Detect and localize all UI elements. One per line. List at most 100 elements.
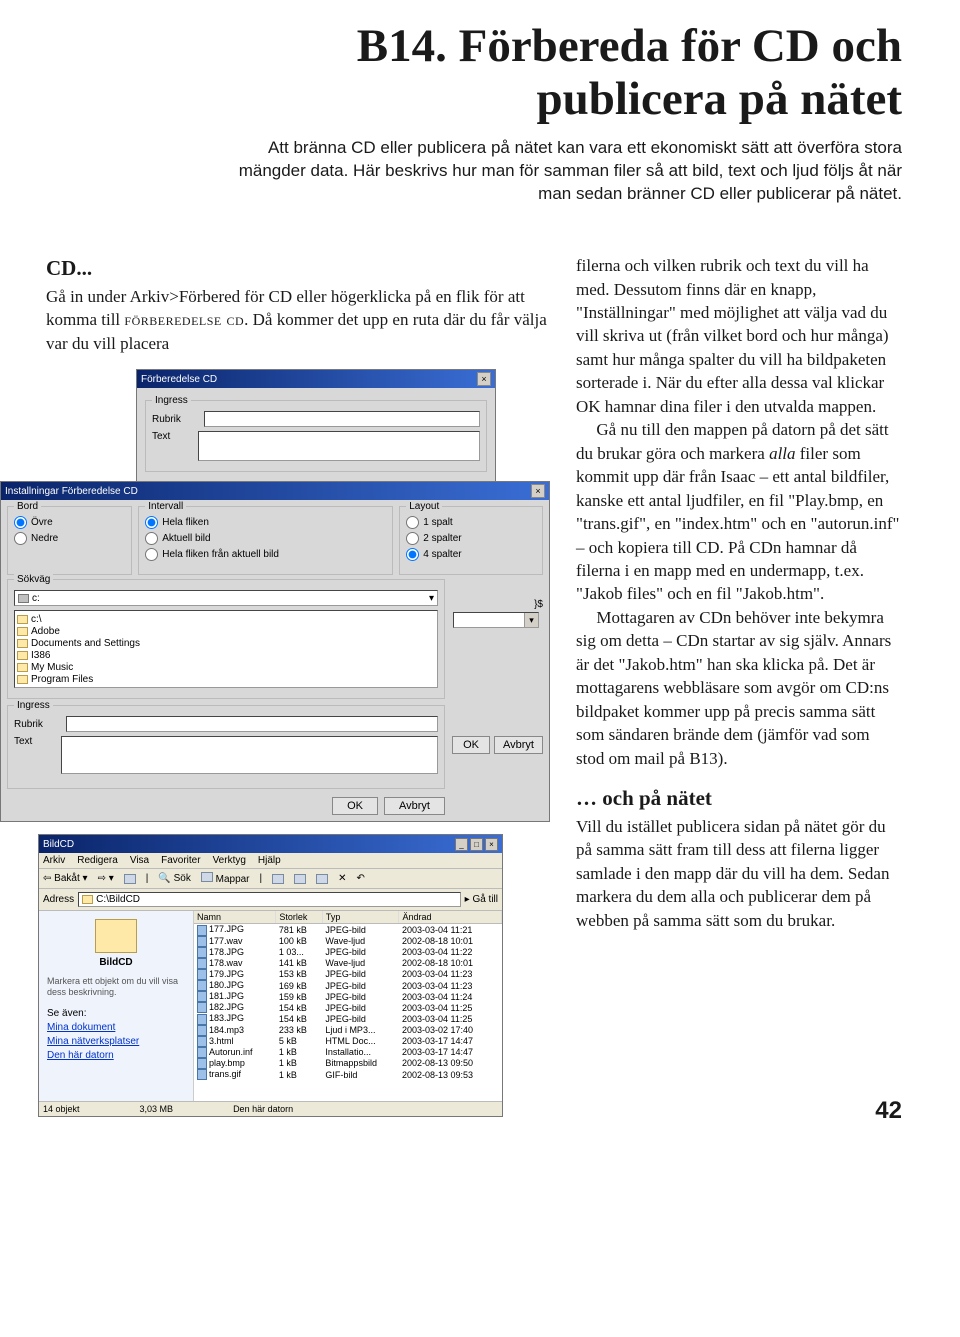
side-link[interactable]: Den här datorn xyxy=(47,1050,185,1061)
folder-item[interactable]: temp xyxy=(17,686,435,688)
textarea-text[interactable] xyxy=(198,431,480,461)
radio-hela-fran-aktuell[interactable] xyxy=(145,548,158,561)
table-row[interactable]: play.bmp1 kBBitmappsbild2002-08-13 09:50 xyxy=(194,1058,502,1069)
window-explorer: BildCD _ □ × Arkiv Redigera Visa Favoriter V… xyxy=(38,834,503,1117)
avbryt-button-outer[interactable]: Avbryt xyxy=(494,736,543,754)
right-p2: Gå nu till den mappen på datorn på det s… xyxy=(576,418,902,606)
folder-icon xyxy=(95,919,137,953)
avbryt-button[interactable]: Avbryt xyxy=(384,797,445,815)
folder-list[interactable]: c:\AdobeDocuments and SettingsI386My Mus… xyxy=(14,610,438,688)
side-link[interactable]: Mina nätverksplatser xyxy=(47,1036,185,1047)
menu-item[interactable]: Visa xyxy=(130,855,149,866)
radio-4-spalter[interactable] xyxy=(406,548,419,561)
delete-icon[interactable]: ✕ xyxy=(338,873,346,884)
table-row[interactable]: 182.JPG154 kBJPEG-bild2003-03-04 11:25 xyxy=(194,1002,502,1013)
back-button[interactable]: ⇦ Bakåt ▾ xyxy=(43,873,88,884)
menu-item[interactable]: Verktyg xyxy=(213,855,246,866)
label-text: Text xyxy=(14,736,53,747)
radio-hela-fliken[interactable] xyxy=(145,516,158,529)
menu-item[interactable]: Hjälp xyxy=(258,855,281,866)
maximize-icon[interactable]: □ xyxy=(470,838,483,851)
move-icon[interactable] xyxy=(294,874,306,884)
section-heading-cd: CD... xyxy=(46,254,550,283)
table-row[interactable]: Autorun.inf1 kBInstallatio...2003-03-17 … xyxy=(194,1047,502,1058)
label-rubrik: Rubrik xyxy=(14,719,58,730)
file-list[interactable]: NamnStorlekTypÄndrad 177.JPG781 kBJPEG-b… xyxy=(194,911,502,1101)
window-title: Förberedelse CD xyxy=(141,374,217,385)
table-row[interactable]: trans.gif1 kBGIF-bild2002-08-13 09:53 xyxy=(194,1069,502,1080)
go-button[interactable]: ▸ Gå till xyxy=(465,894,498,905)
folder-item[interactable]: Adobe xyxy=(17,626,435,637)
table-row[interactable]: 181.JPG159 kBJPEG-bild2003-03-04 11:24 xyxy=(194,991,502,1002)
table-row[interactable]: 177.JPG781 kBJPEG-bild2003-03-04 11:21 xyxy=(194,924,502,936)
close-icon[interactable]: × xyxy=(477,372,491,386)
window-title: BildCD xyxy=(43,839,74,850)
close-icon[interactable]: × xyxy=(531,484,545,498)
input-rubrik[interactable] xyxy=(66,716,438,732)
search-button[interactable]: 🔍 Sök xyxy=(158,873,190,884)
history-icon[interactable] xyxy=(272,874,284,884)
folder-item[interactable]: My Music xyxy=(17,662,435,673)
ok-button-outer[interactable]: OK xyxy=(452,736,490,754)
ok-button[interactable]: OK xyxy=(332,797,378,815)
minimize-icon[interactable]: _ xyxy=(455,838,468,851)
radio-1-spalt[interactable] xyxy=(406,516,419,529)
side-link[interactable]: Mina dokument xyxy=(47,1022,185,1033)
folder-item[interactable]: c:\ xyxy=(17,614,435,625)
page-number: 42 xyxy=(875,1097,902,1125)
right-p4: Vill du istället publicera sidan på näte… xyxy=(576,815,902,932)
radio-nedre[interactable] xyxy=(14,532,27,545)
address-label: Adress xyxy=(43,894,74,905)
dropdown[interactable]: ▾ xyxy=(453,612,539,628)
left-paragraph: Gå in under Arkiv>Förbered för CD eller … xyxy=(46,285,550,355)
page-title: B14. Förbereda för CD och publicera på n… xyxy=(46,20,902,125)
label-rubrik: Rubrik xyxy=(152,414,196,425)
table-row[interactable]: 178.wav141 kBWave-ljud2002-08-18 10:01 xyxy=(194,958,502,969)
menu-item[interactable]: Redigera xyxy=(77,855,118,866)
side-panel: BildCD Markera ett objekt om du vill vis… xyxy=(39,911,194,1101)
right-p1: filerna och vilken rubrik och text du vi… xyxy=(576,254,902,418)
section-heading-natet: … och på nätet xyxy=(576,784,902,813)
status-count: 14 objekt xyxy=(43,1104,80,1114)
column-header[interactable]: Storlek xyxy=(276,911,323,924)
window-title: Installningar Förberedelse CD xyxy=(5,486,138,497)
status-loc: Den här datorn xyxy=(233,1104,293,1114)
column-header[interactable]: Ändrad xyxy=(399,911,502,924)
table-row[interactable]: 178.JPG1 03...JPEG-bild2003-03-04 11:22 xyxy=(194,947,502,958)
status-size: 3,03 MB xyxy=(140,1104,174,1114)
window-installningar: Installningar Förberedelse CD × Övre Ned… xyxy=(0,481,550,822)
forward-button[interactable]: ⇨ ▾ xyxy=(98,873,114,884)
menu-item[interactable]: Arkiv xyxy=(43,855,65,866)
radio-ovre[interactable] xyxy=(14,516,27,529)
column-header[interactable]: Namn xyxy=(194,911,276,924)
address-input[interactable]: C:\BildCD xyxy=(78,892,461,907)
close-icon[interactable]: × xyxy=(485,838,498,851)
menu-item[interactable]: Favoriter xyxy=(161,855,200,866)
side-title: BildCD xyxy=(47,957,185,968)
table-row[interactable]: 179.JPG153 kBJPEG-bild2003-03-04 11:23 xyxy=(194,969,502,980)
right-p3: Mottagaren av CDn behöver inte bekymra s… xyxy=(576,606,902,770)
table-row[interactable]: 180.JPG169 kBJPEG-bild2003-03-04 11:23 xyxy=(194,980,502,991)
table-row[interactable]: 3.html5 kBHTML Doc...2003-03-17 14:47 xyxy=(194,1036,502,1047)
column-header[interactable]: Typ xyxy=(322,911,399,924)
radio-aktuell-bild[interactable] xyxy=(145,532,158,545)
drive-select[interactable]: c: ▾ xyxy=(14,590,438,606)
table-row[interactable]: 177.wav100 kBWave-ljud2002-08-18 10:01 xyxy=(194,936,502,947)
folder-item[interactable]: Documents and Settings xyxy=(17,638,435,649)
intro-paragraph: Att bränna CD eller publicera på nätet k… xyxy=(226,137,902,206)
label-text: Text xyxy=(152,431,190,442)
textarea-text[interactable] xyxy=(61,736,438,774)
folder-item[interactable]: I386 xyxy=(17,650,435,661)
table-row[interactable]: 183.JPG154 kBJPEG-bild2003-03-04 11:25 xyxy=(194,1013,502,1024)
copy-icon[interactable] xyxy=(316,874,328,884)
folders-button[interactable]: Mappar xyxy=(201,872,250,885)
folder-item[interactable]: Program Files xyxy=(17,674,435,685)
input-rubrik[interactable] xyxy=(204,411,480,427)
window-forberedelse-cd: Förberedelse CD × Rubrik Text xyxy=(136,369,496,485)
up-icon[interactable] xyxy=(124,874,136,884)
undo-icon[interactable]: ↶ xyxy=(357,873,365,884)
table-row[interactable]: 184.mp3233 kBLjud i MP3...2003-03-02 17:… xyxy=(194,1025,502,1036)
side-desc: Markera ett objekt om du vill visa dess … xyxy=(47,976,185,998)
see-also-label: Se även: xyxy=(47,1008,185,1019)
radio-2-spalter[interactable] xyxy=(406,532,419,545)
